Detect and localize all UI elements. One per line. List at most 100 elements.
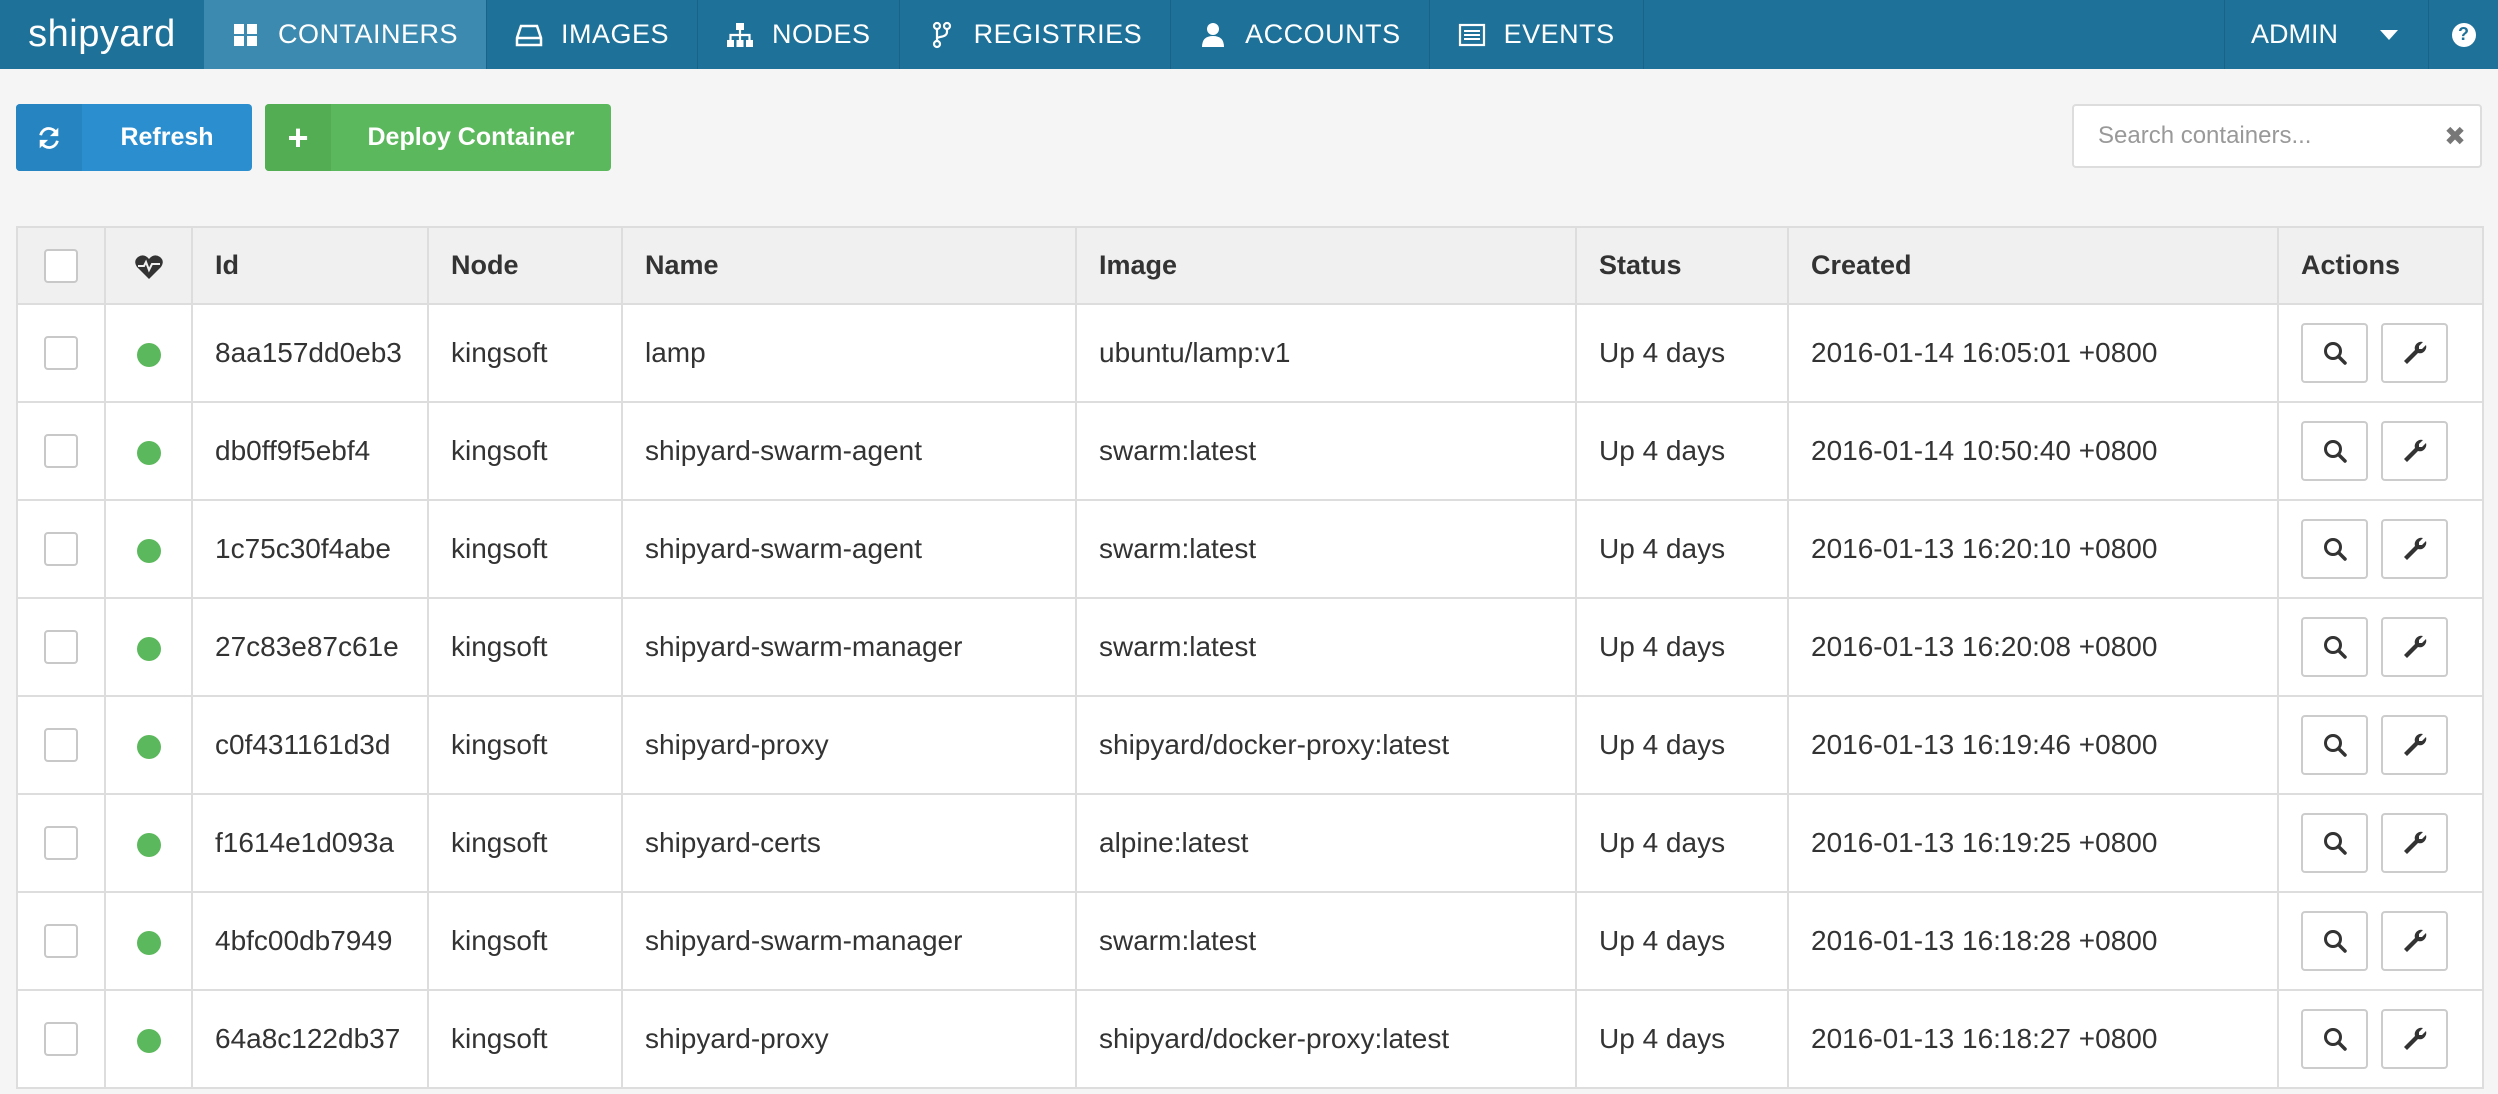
row-select-cell [16, 793, 106, 893]
brand-logo[interactable]: shipyard [0, 0, 204, 69]
search-input[interactable] [2074, 122, 2430, 150]
nav-containers[interactable]: CONTAINERS [204, 0, 488, 69]
container-id[interactable]: 4bfc00db7949 [191, 891, 429, 991]
manage-button[interactable] [2381, 519, 2448, 579]
th-large-icon [232, 21, 260, 49]
nav-accounts[interactable]: ACCOUNTS [1171, 0, 1430, 69]
container-id[interactable]: 8aa157dd0eb3 [191, 303, 429, 403]
nav-nodes-label: NODES [772, 19, 871, 49]
container-id[interactable]: c0f431161d3d [191, 695, 429, 795]
row-checkbox[interactable] [44, 728, 78, 763]
container-name: shipyard-swarm-manager [621, 891, 1077, 991]
container-created: 2016-01-13 16:18:27 +0800 [1787, 989, 2279, 1089]
row-checkbox[interactable] [44, 826, 78, 861]
manage-button[interactable] [2381, 421, 2448, 481]
container-image: swarm:latest [1075, 891, 1577, 991]
inspect-button[interactable] [2301, 911, 2368, 971]
nav-nodes[interactable]: NODES [698, 0, 900, 69]
container-image: shipyard/docker-proxy:latest [1075, 989, 1577, 1089]
manage-button[interactable] [2381, 1009, 2448, 1069]
user-menu[interactable]: ADMIN [2224, 0, 2428, 69]
row-checkbox[interactable] [44, 924, 78, 959]
search-icon [2321, 1025, 2349, 1053]
top-navbar: shipyard CONTAINERS IMAGES NODES REGISTR… [0, 0, 2498, 69]
actions-cell [2277, 891, 2484, 991]
select-all-checkbox[interactable] [44, 248, 78, 283]
manage-button[interactable] [2381, 617, 2448, 677]
nav-images[interactable]: IMAGES [487, 0, 699, 69]
manage-button[interactable] [2381, 715, 2448, 775]
deploy-container-button[interactable]: + Deploy Container [265, 104, 611, 171]
container-image: shipyard/docker-proxy:latest [1075, 695, 1577, 795]
manage-button[interactable] [2381, 911, 2448, 971]
table-row[interactable]: 27c83e87c61e kingsoft shipyard-swarm-manag… [16, 597, 2484, 697]
wrench-icon [2401, 1025, 2429, 1053]
wrench-icon [2401, 437, 2429, 465]
status-header[interactable]: Status [1575, 226, 1789, 305]
container-created: 2016-01-14 16:05:01 +0800 [1787, 303, 2279, 403]
container-id[interactable]: 27c83e87c61e [191, 597, 429, 697]
inspect-button[interactable] [2301, 323, 2368, 383]
created-header[interactable]: Created [1787, 226, 2279, 305]
inspect-button[interactable] [2301, 519, 2368, 579]
container-status: Up 4 days [1575, 597, 1789, 697]
refresh-label: Refresh [120, 123, 214, 151]
question-circle-icon: ? [2451, 22, 2476, 47]
container-id[interactable]: db0ff9f5ebf4 [191, 401, 429, 501]
inspect-button[interactable] [2301, 715, 2368, 775]
row-checkbox[interactable] [44, 532, 78, 567]
table-row[interactable]: 64a8c122db37 kingsoft shipyard-proxy shipya… [16, 989, 2484, 1089]
inspect-button[interactable] [2301, 1009, 2368, 1069]
row-select-cell [16, 499, 106, 599]
container-status: Up 4 days [1575, 401, 1789, 501]
nav-containers-label: CONTAINERS [278, 19, 459, 49]
health-cell [104, 989, 193, 1089]
inspect-button[interactable] [2301, 813, 2368, 873]
container-id[interactable]: 1c75c30f4abe [191, 499, 429, 599]
search-icon [2321, 535, 2349, 563]
manage-button[interactable] [2381, 813, 2448, 873]
manage-button[interactable] [2381, 323, 2448, 383]
heartbeat-icon [134, 250, 164, 280]
row-checkbox[interactable] [44, 630, 78, 665]
search-icon [2321, 731, 2349, 759]
table-row[interactable]: 1c75c30f4abe kingsoft shipyard-swarm-agent… [16, 499, 2484, 599]
row-checkbox[interactable] [44, 1022, 78, 1057]
status-dot-icon [136, 440, 161, 465]
table-row[interactable]: 4bfc00db7949 kingsoft shipyard-swarm-manag… [16, 891, 2484, 991]
refresh-button[interactable]: Refresh [16, 104, 252, 171]
health-cell [104, 499, 193, 599]
nav-registries[interactable]: REGISTRIES [900, 0, 1172, 69]
container-id[interactable]: f1614e1d093a [191, 793, 429, 893]
table-row[interactable]: 8aa157dd0eb3 kingsoft lamp ubuntu/lamp:v1 Up… [16, 303, 2484, 403]
container-id[interactable]: 64a8c122db37 [191, 989, 429, 1089]
container-node: kingsoft [427, 793, 623, 893]
image-header[interactable]: Image [1075, 226, 1577, 305]
inspect-button[interactable] [2301, 421, 2368, 481]
table-row[interactable]: c0f431161d3d kingsoft shipyard-proxy shipya… [16, 695, 2484, 795]
clear-icon[interactable]: ✖ [2430, 121, 2480, 152]
container-image: swarm:latest [1075, 499, 1577, 599]
search-icon [2321, 339, 2349, 367]
search-box: ✖ [2072, 104, 2482, 168]
table-row[interactable]: db0ff9f5ebf4 kingsoft shipyard-swarm-agent… [16, 401, 2484, 501]
nav-accounts-label: ACCOUNTS [1245, 19, 1401, 49]
table-row[interactable]: f1614e1d093a kingsoft shipyard-certs alpine… [16, 793, 2484, 893]
help-button[interactable]: ? [2428, 0, 2498, 69]
wrench-icon [2401, 339, 2429, 367]
hdd-icon [515, 21, 543, 49]
name-header[interactable]: Name [621, 226, 1077, 305]
node-header[interactable]: Node [427, 226, 623, 305]
nav-events[interactable]: EVENTS [1430, 0, 1644, 69]
container-status: Up 4 days [1575, 695, 1789, 795]
inspect-button[interactable] [2301, 617, 2368, 677]
container-status: Up 4 days [1575, 303, 1789, 403]
row-checkbox[interactable] [44, 336, 78, 371]
container-image: ubuntu/lamp:v1 [1075, 303, 1577, 403]
row-select-cell [16, 401, 106, 501]
row-checkbox[interactable] [44, 434, 78, 469]
table-header-row: Id Node Name Image Status Created Action… [16, 226, 2484, 305]
container-created: 2016-01-13 16:18:28 +0800 [1787, 891, 2279, 991]
list-alt-icon [1458, 21, 1486, 49]
id-header[interactable]: Id [191, 226, 429, 305]
